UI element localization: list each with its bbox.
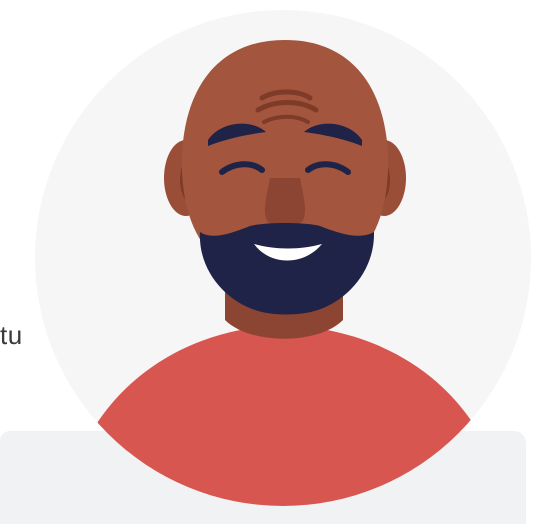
bald-bearded-man-avatar-icon [35, 10, 531, 506]
avatar-screen: tu [0, 0, 537, 524]
nose [264, 178, 306, 225]
